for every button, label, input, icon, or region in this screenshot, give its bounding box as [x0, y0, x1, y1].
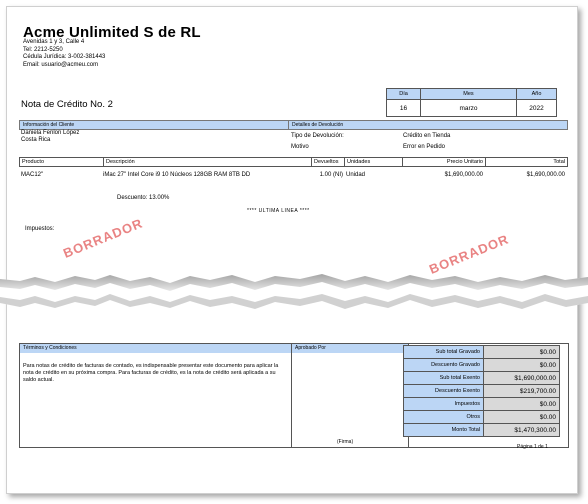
total-value: $1,470,300.00	[483, 423, 560, 437]
totals-row: Sub total Gravado $0.00	[403, 345, 560, 359]
address-line: Avenidas 1 y 3, Calle 4	[23, 39, 85, 45]
totals-row: Sub total Exento $1,690,000.00	[403, 371, 560, 385]
company-address: Avenidas 1 y 3, Calle 4 Tel: 2212-5250 C…	[23, 39, 105, 69]
date-header-month: Mes	[420, 88, 517, 100]
approval-header: Aprobado Por	[292, 344, 408, 353]
return-details-header: Detalles de Devolución	[292, 122, 344, 128]
total-value: $0.00	[483, 397, 560, 411]
last-line-marker: **** ULTIMA LINEA ****	[247, 208, 310, 214]
item-unit-price: $1,690,000.00	[444, 172, 483, 178]
client-country: Costa Rica	[21, 137, 51, 143]
taxes-label: Impuestos:	[25, 226, 55, 232]
phone-line: Tel: 2212-5250	[23, 46, 63, 53]
totals-row: Impuestos $0.00	[403, 397, 560, 411]
col-total: Total	[485, 157, 568, 167]
totals-row: Descuento Gravado $0.00	[403, 358, 560, 372]
client-name: Daniela Fenlon López	[21, 130, 80, 136]
torn-edge	[0, 274, 588, 309]
date-header-day: Día	[386, 88, 421, 100]
legal-id-line: Cédula Jurídica: 3-002-381443	[23, 54, 106, 60]
return-type-value: Crédito en Tienda	[403, 133, 451, 139]
divider	[288, 121, 289, 129]
total-label: Descuento Gravado	[403, 358, 484, 372]
col-units: Unidades	[344, 157, 403, 167]
document-page: Acme Unlimited S de RL Avenidas 1 y 3, C…	[6, 6, 578, 494]
return-type-label: Tipo de Devolución:	[291, 133, 344, 139]
items-header-table: Producto Descripción Devueltos Unidades …	[19, 157, 568, 167]
return-reason-label: Motivo	[291, 144, 309, 150]
date-year: 2022	[516, 99, 557, 117]
item-description: iMac 27" Intel Core i9 10 Núcleos 128GB …	[103, 172, 251, 178]
total-label: Sub total Exento	[403, 371, 484, 385]
totals-table: Sub total Gravado $0.00 Descuento Gravado…	[403, 345, 560, 437]
divider	[291, 344, 292, 447]
col-unit-price: Precio Unitario	[402, 157, 486, 167]
item-returned: 1.00 (NI)	[319, 172, 343, 178]
total-label: Otros	[403, 410, 484, 424]
document-title: Nota de Crédito No. 2	[21, 99, 113, 110]
total-label: Impuestos	[403, 397, 484, 411]
item-units: Unidad	[346, 172, 366, 178]
signature-label: (Firma)	[337, 439, 354, 445]
email-line: Email: usuario@acmeu.com	[23, 61, 99, 68]
total-value: $1,690,000.00	[483, 371, 560, 385]
totals-row: Otros $0.00	[403, 410, 560, 424]
draft-watermark: BORRADOR	[61, 215, 146, 261]
page-number: Página 1 de 1	[517, 444, 548, 450]
total-value: $219,700.00	[483, 384, 560, 398]
item-total: $1,690,000.00	[526, 172, 565, 178]
date-month: marzo	[420, 99, 517, 117]
col-description: Descripción	[103, 157, 312, 167]
total-label: Monto Total	[403, 423, 484, 437]
date-table: Día Mes Año 16 marzo 2022	[386, 88, 557, 117]
total-label: Descuento Exento	[403, 384, 484, 398]
total-label: Sub total Gravado	[403, 345, 484, 359]
total-value: $0.00	[483, 358, 560, 372]
total-value: $0.00	[483, 345, 560, 359]
date-day: 16	[386, 99, 421, 117]
total-value: $0.00	[483, 410, 560, 424]
date-header-year: Año	[516, 88, 557, 100]
discount-text: Descuento: 13.00%	[117, 195, 170, 201]
terms-header: Términos y Condiciones	[20, 344, 291, 353]
item-product: MAC12"	[21, 172, 44, 178]
client-header-band: Información del Cliente Detalles de Devo…	[19, 120, 568, 130]
return-reason-value: Error en Pedido	[403, 144, 446, 150]
client-header: Información del Cliente	[23, 122, 75, 128]
totals-row: Descuento Exento $219,700.00	[403, 384, 560, 398]
col-returned: Devueltos	[311, 157, 345, 167]
totals-row: Monto Total $1,470,300.00	[403, 423, 560, 437]
terms-text: Para notas de crédito de facturas de con…	[23, 363, 279, 383]
col-product: Producto	[19, 157, 104, 167]
